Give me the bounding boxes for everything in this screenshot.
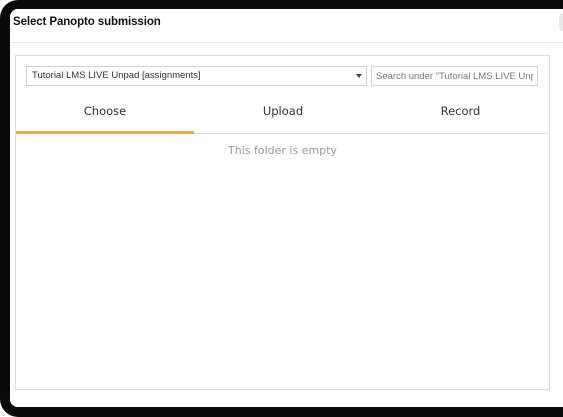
title-divider [10, 42, 563, 43]
dialog-close-button-edge[interactable] [559, 13, 563, 31]
tab-choose[interactable]: Choose [16, 96, 194, 134]
folder-select[interactable]: Tutorial LMS LIVE Unpad [assignments] [26, 66, 367, 86]
tab-upload[interactable]: Upload [194, 96, 372, 133]
submission-panel: Tutorial LMS LIVE Unpad [assignments] Ch… [15, 55, 550, 390]
tab-record[interactable]: Record [372, 96, 549, 133]
dialog-title: Select Panopto submission [13, 16, 161, 28]
active-tab-indicator [16, 131, 194, 134]
screenshot-page: Select Panopto submission Tutorial LMS L… [0, 0, 563, 417]
caret-down-icon [356, 74, 362, 78]
tab-choose-label: Choose [83, 104, 127, 118]
folder-select-value: Tutorial LMS LIVE Unpad [assignments] [32, 70, 201, 81]
panopto-dialog: Select Panopto submission Tutorial LMS L… [10, 9, 563, 407]
tab-bar: Choose Upload Record [16, 96, 549, 134]
tab-upload-label: Upload [262, 104, 304, 118]
search-input[interactable] [371, 66, 538, 86]
empty-folder-message: This folder is empty [228, 144, 337, 157]
tab-record-label: Record [440, 104, 481, 118]
